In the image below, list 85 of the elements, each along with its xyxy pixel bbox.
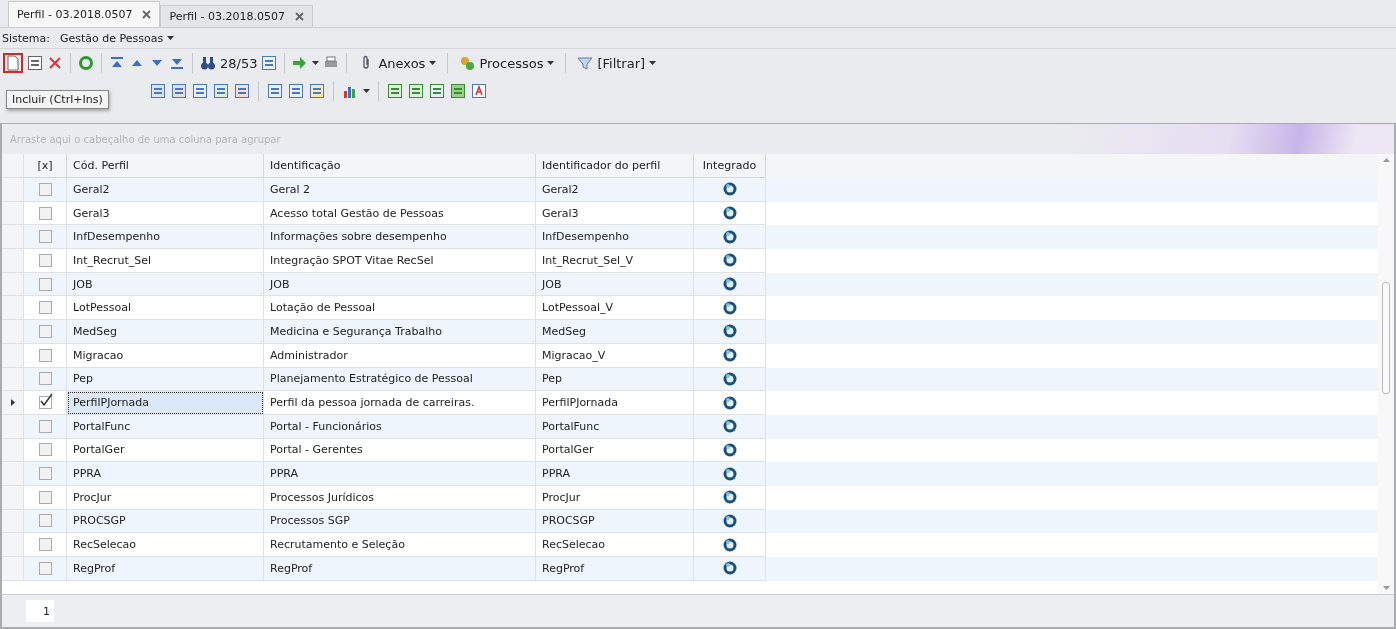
row-checkbox[interactable] [38,277,52,291]
profile-code-cell: Int_Recrut_Sel [67,249,264,273]
caret-icon[interactable] [363,89,370,93]
profile-code-cell: ProcJur [67,485,264,510]
grid-tool-icon[interactable] [387,83,403,99]
caret-icon[interactable] [649,61,657,65]
font-icon[interactable] [471,83,487,99]
document-tab[interactable]: Perfil - 03.2018.0507 [160,5,313,27]
identification-cell: Processos Jurídicos [264,485,536,510]
row-indicator[interactable] [2,391,24,415]
page-number-field[interactable]: 1 [26,600,54,622]
row-checkbox[interactable] [38,419,52,433]
vertical-scrollbar[interactable] [1378,154,1394,594]
grid-tool-icon[interactable] [309,83,325,99]
profile-code-cell: MedSeg [67,320,264,344]
row-checkbox[interactable] [38,348,52,362]
row-checkbox[interactable] [38,396,52,410]
identification-cell: RegProf [264,557,536,581]
row-checkbox[interactable] [38,372,52,386]
profile-code-cell: PortalFunc [67,414,264,439]
row-checkbox[interactable] [38,514,52,528]
row-checkbox[interactable] [38,324,52,338]
scroll-down-icon[interactable] [1382,586,1390,590]
new-document-icon[interactable] [5,55,21,71]
profile-code-cell: Geral2 [67,178,264,202]
document-tab[interactable]: Perfil - 03.2018.0507 [8,1,161,27]
system-dropdown[interactable]: Gestão de Pessoas [56,31,179,45]
identification-cell: Administrador [264,343,536,368]
caret-icon[interactable] [547,61,555,65]
profile-identifier-cell: Migracao_V [536,343,694,368]
profile-identifier-cell: PPRA [536,462,694,486]
row-checkbox[interactable] [38,253,52,267]
row-checkbox[interactable] [38,561,52,575]
delete-icon[interactable] [47,55,63,71]
grid-tool-icon[interactable] [192,83,208,99]
tab-label: Perfil - 03.2018.0507 [169,10,285,23]
row-checkbox[interactable] [38,230,52,244]
caret-icon[interactable] [167,36,175,40]
grid-tool-icon[interactable] [150,83,166,99]
caret-icon[interactable] [312,61,320,65]
identification-cell: Geral 2 [264,178,536,202]
profile-identifier-cell: RegProf [536,557,694,581]
funnel-icon[interactable] [577,55,594,71]
row-checkbox[interactable] [38,467,52,481]
record-counter: 28/53 [220,55,258,71]
grid-tool-icon[interactable] [429,83,445,99]
row-checkbox[interactable] [38,301,52,315]
profile-code-cell: PPRA [67,462,264,486]
grid-tool-icon[interactable] [267,83,283,99]
binoculars-icon[interactable] [200,55,216,71]
profile-identifier-cell: Int_Recrut_Sel_V [536,249,694,273]
row-checkbox[interactable] [38,443,52,457]
tooltip: Incluir (Ctrl+Ins) [6,90,109,109]
row-checkbox[interactable] [38,182,52,196]
identification-cell: Medicina e Segurança Trabalho [264,320,536,344]
profile-identifier-cell: MedSeg [536,320,694,344]
scroll-up-icon[interactable] [1382,158,1390,162]
scroll-thumb[interactable] [1382,282,1390,394]
toolbar-menu-button[interactable]: [Filtrar] [573,55,661,71]
grid-tool-icon[interactable] [171,83,187,99]
close-icon[interactable] [142,10,152,19]
profile-code-cell: RegProf [67,557,264,581]
profile-code-cell: PerfilPJornada [67,391,264,415]
close-icon[interactable] [294,12,304,21]
caret-icon[interactable] [429,61,437,65]
grid-tool-icon[interactable] [234,83,250,99]
tab-label: Perfil - 03.2018.0507 [17,8,133,21]
row-checkbox[interactable] [38,490,52,504]
identification-cell: PPRA [264,462,536,486]
grid-tool-icon[interactable] [213,83,229,99]
grid-tool-icon[interactable] [408,83,424,99]
identification-cell: Integração SPOT Vitae RecSel [264,249,536,273]
profile-identifier-cell: ProcJur [536,485,694,510]
toolbar-menu-button[interactable]: Anexos [354,55,441,71]
profile-identifier-cell: Geral2 [536,178,694,202]
row-checkbox[interactable] [38,206,52,220]
grid-tool-icon[interactable] [450,83,466,99]
system-label: Sistema: [2,31,50,45]
row-checkbox[interactable] [38,538,52,552]
profile-code-cell: Migracao [67,343,264,368]
identification-cell: Portal - Funcionários [264,414,536,439]
profile-identifier-cell: PerfilPJornada [536,391,694,415]
toolbar-menu-button[interactable]: Processos [455,55,559,71]
profile-identifier-cell: PortalFunc [536,414,694,439]
identification-cell: Perfil da pessoa jornada de carreiras. [264,391,536,415]
